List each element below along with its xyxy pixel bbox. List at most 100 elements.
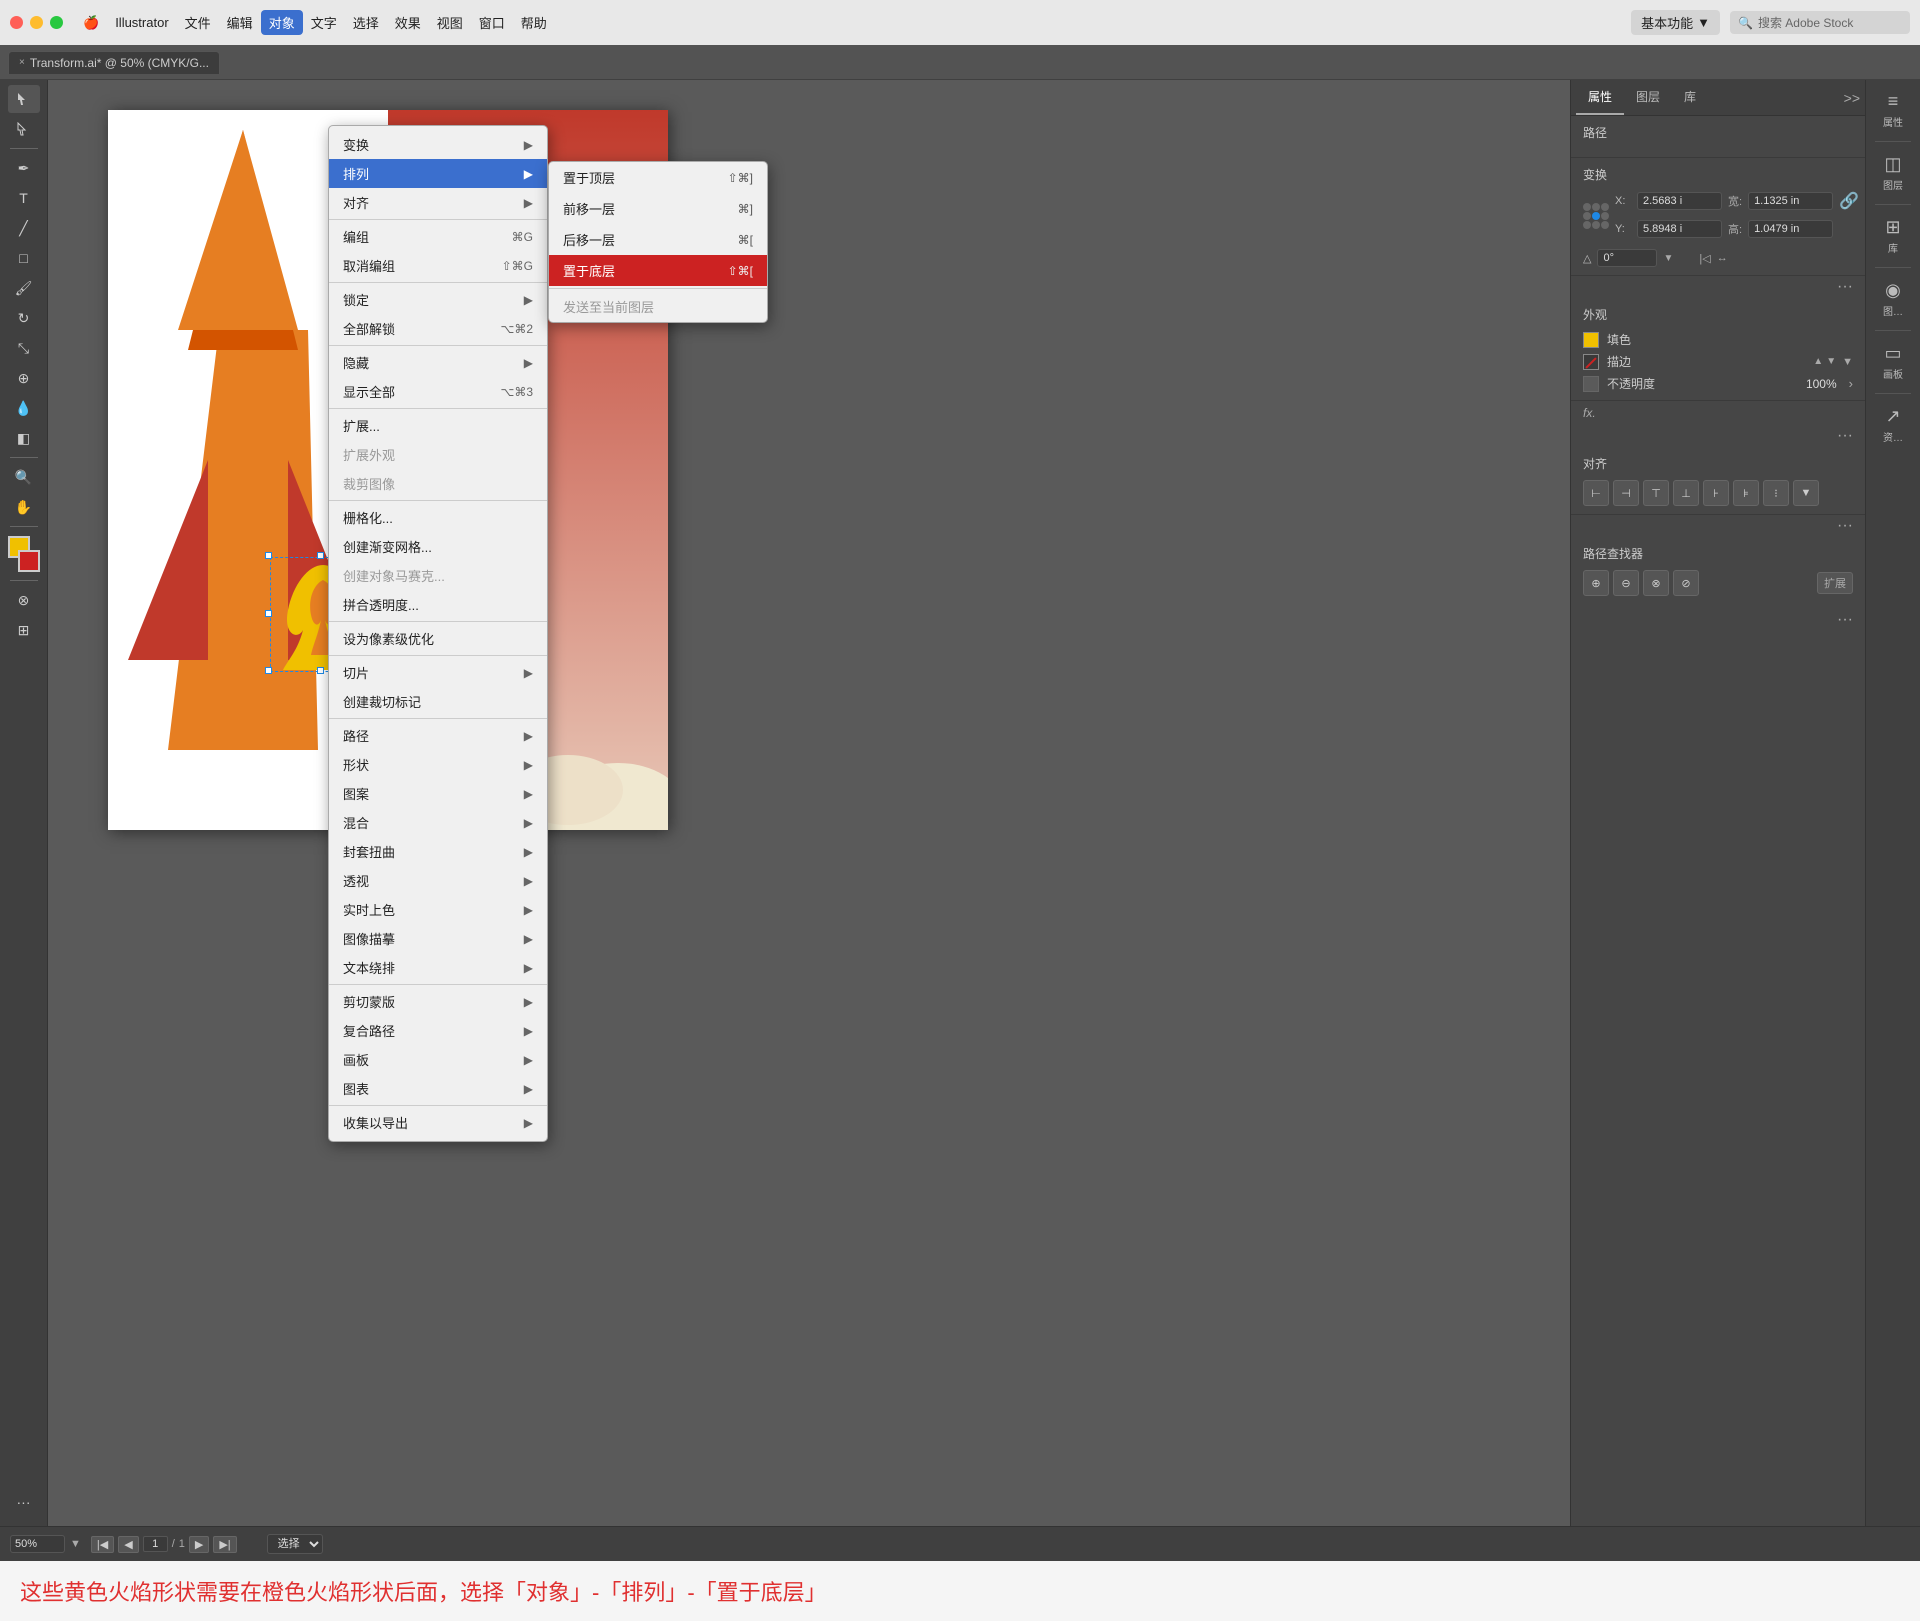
menu-edit[interactable]: 编辑: [219, 10, 261, 35]
arrange-send-to-back[interactable]: 置于底层 ⇧⌘[: [549, 255, 767, 286]
symbol-sprayer-tool[interactable]: ⊗: [8, 586, 40, 614]
far-right-image[interactable]: ◉ 图…: [1868, 274, 1918, 324]
menu-file[interactable]: 文件: [177, 10, 219, 35]
menu-item-unlock-all[interactable]: 全部解锁 ⌥⌘2: [329, 314, 547, 343]
maximize-button[interactable]: [50, 16, 63, 29]
height-input[interactable]: [1748, 220, 1833, 238]
fill-swatch[interactable]: [1583, 332, 1599, 348]
menu-item-artboards[interactable]: 画板 ▶: [329, 1045, 547, 1074]
far-right-layers[interactable]: ◫ 图层: [1868, 148, 1918, 198]
align-left[interactable]: ⊢: [1583, 480, 1609, 506]
pf-intersect[interactable]: ⊗: [1643, 570, 1669, 596]
menu-select[interactable]: 选择: [345, 10, 387, 35]
transform-reference-point[interactable]: [1583, 203, 1609, 231]
arrange-submenu[interactable]: 置于顶层 ⇧⌘] 前移一层 ⌘] 后移一层 ⌘[ 置于底层 ⇧⌘[: [548, 161, 768, 323]
zoom-dropdown[interactable]: ▼: [70, 1538, 81, 1550]
align-center-v[interactable]: ⊦: [1703, 480, 1729, 506]
pf-unite[interactable]: ⊕: [1583, 570, 1609, 596]
minimize-button[interactable]: [30, 16, 43, 29]
pen-tool[interactable]: ✒: [8, 154, 40, 182]
menu-item-rasterize[interactable]: 栅格化...: [329, 503, 547, 532]
menu-item-envelope-distort[interactable]: 封套扭曲 ▶: [329, 837, 547, 866]
nav-first[interactable]: |◀: [91, 1536, 114, 1553]
tab-library[interactable]: 库: [1672, 80, 1708, 115]
menu-effect[interactable]: 效果: [387, 10, 429, 35]
arrange-bring-to-front[interactable]: 置于顶层 ⇧⌘]: [549, 162, 767, 193]
menu-item-text-wrap[interactable]: 文本绕排 ▶: [329, 953, 547, 982]
app-menu-illustrator[interactable]: Illustrator: [107, 12, 176, 33]
angle-input[interactable]: [1597, 249, 1657, 267]
direct-selection-tool[interactable]: [8, 115, 40, 143]
close-button[interactable]: [10, 16, 23, 29]
stroke-swatch[interactable]: [1583, 354, 1599, 370]
menu-item-group[interactable]: 编组 ⌘G: [329, 222, 547, 251]
arrange-send-backward[interactable]: 后移一层 ⌘[: [549, 224, 767, 255]
arrange-bring-forward[interactable]: 前移一层 ⌘]: [549, 193, 767, 224]
zoom-tool[interactable]: 🔍: [8, 463, 40, 491]
opacity-more[interactable]: ›: [1849, 376, 1853, 391]
stroke-style-dropdown[interactable]: ▼: [1842, 356, 1853, 368]
angle-dropdown[interactable]: ▼: [1663, 253, 1673, 264]
menu-item-mosaic[interactable]: 创建对象马赛克...: [329, 561, 547, 590]
pathfinder-more-menu[interactable]: ···: [1571, 609, 1865, 631]
panel-expand-button[interactable]: >>: [1844, 90, 1860, 106]
hand-tool[interactable]: ✋: [8, 493, 40, 521]
nav-next[interactable]: ▶: [189, 1536, 209, 1553]
apple-menu[interactable]: 🍎: [75, 12, 107, 34]
document-tab[interactable]: × Transform.ai* @ 50% (CMYK/G...: [8, 51, 220, 74]
pf-exclude[interactable]: ⊘: [1673, 570, 1699, 596]
distribute-h[interactable]: ⁝: [1763, 480, 1789, 506]
menu-item-expand[interactable]: 扩展...: [329, 411, 547, 440]
link-proportions-icon[interactable]: 🔗: [1839, 191, 1859, 211]
menu-item-blend[interactable]: 混合 ▶: [329, 808, 547, 837]
tab-layers[interactable]: 图层: [1624, 80, 1672, 115]
align-bottom[interactable]: ⊧: [1733, 480, 1759, 506]
y-input[interactable]: [1637, 220, 1722, 238]
rotate-tool[interactable]: ↻: [8, 304, 40, 332]
stroke-down-arrow[interactable]: ▼: [1826, 356, 1836, 367]
tab-properties[interactable]: 属性: [1576, 80, 1624, 115]
align-more-menu[interactable]: ···: [1571, 515, 1865, 537]
menu-item-shape[interactable]: 形状 ▶: [329, 750, 547, 779]
zoom-control[interactable]: ▼: [10, 1535, 81, 1553]
menu-text[interactable]: 文字: [303, 10, 345, 35]
menu-item-arrange[interactable]: 排列 ▶: [329, 159, 547, 188]
menu-item-pattern[interactable]: 图案 ▶: [329, 779, 547, 808]
far-right-artboard[interactable]: ▭ 画板: [1868, 337, 1918, 387]
menu-item-transform[interactable]: 变换 ▶: [329, 130, 547, 159]
type-tool[interactable]: T: [8, 184, 40, 212]
rect-tool[interactable]: □: [8, 244, 40, 272]
adobe-stock-search[interactable]: 🔍 搜索 Adobe Stock: [1730, 11, 1910, 34]
artboard-number[interactable]: [143, 1536, 168, 1552]
menu-item-perspective[interactable]: 透视 ▶: [329, 866, 547, 895]
status-select[interactable]: 选择: [267, 1534, 323, 1554]
menu-item-pixel-perfect[interactable]: 设为像素级优化: [329, 624, 547, 653]
menu-item-path[interactable]: 路径 ▶: [329, 721, 547, 750]
menu-window[interactable]: 窗口: [471, 10, 513, 35]
workspace-selector[interactable]: 基本功能 ▼: [1631, 10, 1720, 35]
menu-item-graph[interactable]: 图表 ▶: [329, 1074, 547, 1103]
x-input[interactable]: [1637, 192, 1722, 210]
width-input[interactable]: [1748, 192, 1833, 210]
zoom-input[interactable]: [10, 1535, 65, 1553]
menu-item-align[interactable]: 对齐 ▶: [329, 188, 547, 217]
menu-item-crop-image[interactable]: 裁剪图像: [329, 469, 547, 498]
stroke-color[interactable]: [18, 550, 40, 572]
far-right-library[interactable]: ⊞ 库: [1868, 211, 1918, 261]
brush-tool[interactable]: 🖌: [8, 274, 40, 302]
artboard-tool[interactable]: ⊞: [8, 616, 40, 644]
menu-item-ungroup[interactable]: 取消编组 ⇧⌘G: [329, 251, 547, 280]
menu-item-slice[interactable]: 切片 ▶: [329, 658, 547, 687]
gradient-tool[interactable]: ◧: [8, 424, 40, 452]
menu-item-hide[interactable]: 隐藏 ▶: [329, 348, 547, 377]
menu-item-create-trim-marks[interactable]: 创建裁切标记: [329, 687, 547, 716]
menu-item-clipping-mask[interactable]: 剪切蒙版 ▶: [329, 987, 547, 1016]
far-right-properties[interactable]: ≡ 属性: [1868, 85, 1918, 135]
selection-tool[interactable]: [8, 85, 40, 113]
align-right[interactable]: ⊤: [1643, 480, 1669, 506]
blend-tool[interactable]: ⊕: [8, 364, 40, 392]
menu-item-live-paint[interactable]: 实时上色 ▶: [329, 895, 547, 924]
menu-object[interactable]: 对象: [261, 10, 303, 35]
menu-item-show-all[interactable]: 显示全部 ⌥⌘3: [329, 377, 547, 406]
arrange-send-to-current-layer[interactable]: 发送至当前图层: [549, 291, 767, 322]
